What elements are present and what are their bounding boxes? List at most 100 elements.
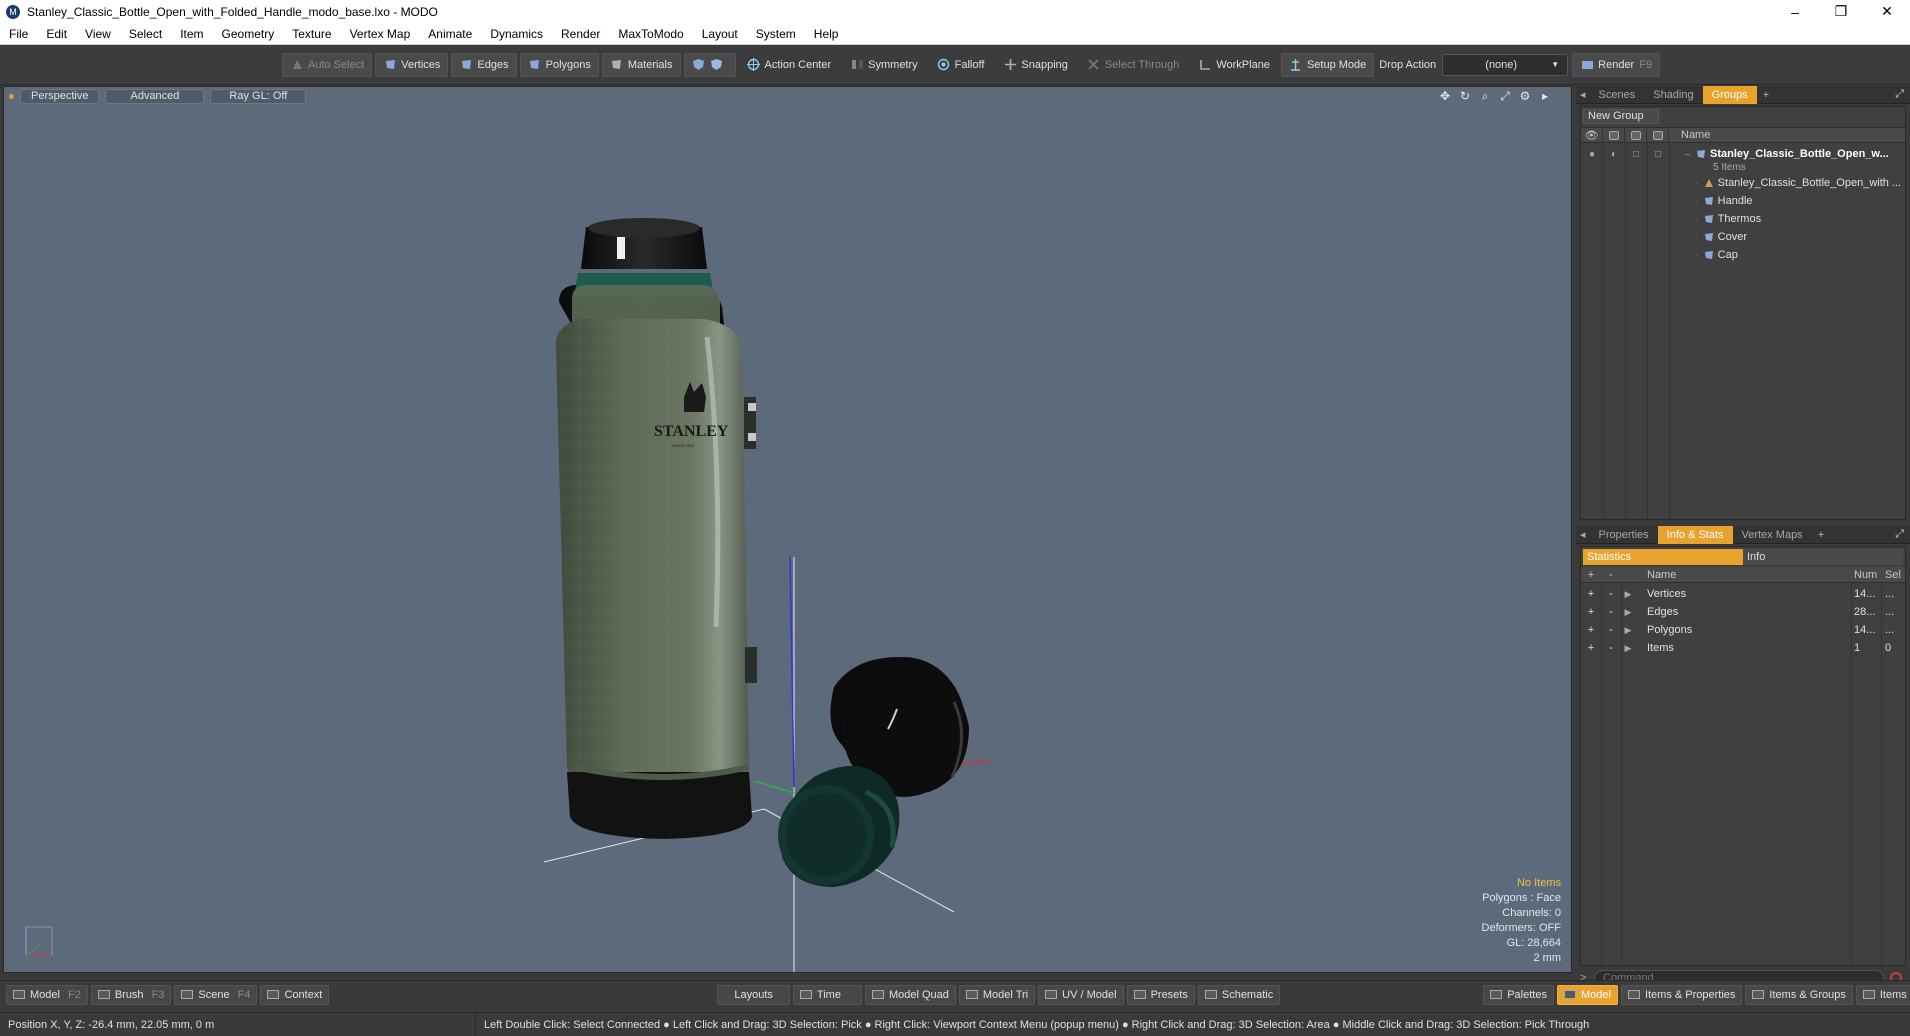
workplane-button[interactable]: WorkPlane — [1190, 53, 1278, 77]
pan-icon[interactable]: ✥ — [1435, 89, 1455, 103]
vertices-button[interactable]: Vertices — [375, 52, 449, 77]
presets-button[interactable]: Presets — [1126, 984, 1195, 1005]
menu-edit[interactable]: Edit — [37, 23, 76, 45]
select-toggle-icon[interactable]: □ — [1647, 149, 1669, 160]
minimize-button[interactable]: – — [1772, 0, 1818, 23]
materials-button[interactable]: Materials — [601, 52, 681, 77]
stats-row[interactable]: + - ▶ Items 1 0 — [1581, 639, 1905, 657]
thermos-model[interactable]: STANLEY SINCE 1913 — [555, 218, 757, 839]
model-tri-button[interactable]: Model Tri — [958, 984, 1036, 1005]
tab-shading[interactable]: Shading — [1644, 86, 1702, 104]
render-button[interactable]: Render F9 — [1572, 52, 1661, 77]
lock-toggle-icon[interactable]: □ — [1625, 149, 1647, 160]
layout-model-button[interactable]: Model F2 — [6, 984, 88, 1005]
add-tab-icon[interactable]: + — [1757, 86, 1775, 104]
group-child-row[interactable]: · Handle — [1581, 192, 1905, 210]
visibility-header-icon[interactable]: 👁 — [1581, 127, 1603, 143]
items-groups-button[interactable]: Items & Groups — [1745, 984, 1853, 1005]
layouts-button[interactable]: Layouts — [717, 984, 790, 1005]
menu-animate[interactable]: Animate — [419, 23, 481, 45]
cap-model[interactable] — [778, 766, 900, 887]
menu-select[interactable]: Select — [120, 23, 171, 45]
menu-texture[interactable]: Texture — [283, 23, 340, 45]
menu-maxtomodo[interactable]: MaxToModo — [609, 23, 692, 45]
auto-select-button[interactable]: Auto Select — [282, 52, 373, 77]
setup-mode-button[interactable]: Setup Mode — [1280, 52, 1375, 77]
panel-menu-icon[interactable]: ◂ — [1576, 86, 1590, 104]
layout-brush-button[interactable]: Brush F3 — [90, 984, 172, 1005]
subtab-statistics[interactable]: Statistics — [1583, 549, 1743, 565]
add-icon[interactable]: + — [1581, 624, 1601, 636]
tab-groups[interactable]: Groups — [1702, 85, 1757, 104]
new-group-button[interactable]: New Group — [1583, 109, 1659, 124]
menu-file[interactable]: File — [0, 23, 37, 45]
group-child-row[interactable]: · Stanley_Classic_Bottle_Open_with ... — [1581, 174, 1905, 192]
falloff-button[interactable]: Falloff — [929, 53, 993, 77]
schematic-button[interactable]: Schematic — [1197, 984, 1281, 1005]
panel-menu-icon[interactable]: ◂ — [1576, 526, 1590, 544]
layout-context-button[interactable]: Context — [260, 984, 330, 1005]
group-child-row[interactable]: · Cover — [1581, 228, 1905, 246]
expand-arrow-icon[interactable]: ▶ — [1621, 589, 1635, 600]
viewport-tab-perspective[interactable]: Perspective — [20, 88, 100, 104]
expand-panel-icon[interactable]: ⤢ — [1895, 528, 1904, 541]
gear-icon[interactable]: ⚙ — [1515, 89, 1535, 103]
select-header-icon[interactable] — [1647, 127, 1669, 143]
tab-info-stats[interactable]: Info & Stats — [1657, 525, 1733, 544]
tab-scenes[interactable]: Scenes — [1590, 86, 1645, 104]
menu-help[interactable]: Help — [805, 23, 848, 45]
polygons-button[interactable]: Polygons — [519, 52, 599, 77]
palettes-button[interactable]: Palettes — [1483, 984, 1554, 1005]
expand-arrow-icon[interactable]: ▶ — [1621, 607, 1635, 618]
time-button[interactable]: Time — [792, 984, 862, 1005]
add-icon[interactable]: + — [1581, 588, 1601, 600]
lock-header-icon[interactable] — [1625, 127, 1647, 143]
expand-panel-icon[interactable]: ⤢ — [1895, 88, 1904, 101]
item-mode-button[interactable] — [683, 52, 736, 77]
stats-row[interactable]: + - ▶ Polygons 14... ... — [1581, 621, 1905, 639]
menu-geometry[interactable]: Geometry — [213, 23, 284, 45]
group-child-row[interactable]: · Thermos — [1581, 210, 1905, 228]
menu-system[interactable]: System — [747, 23, 805, 45]
close-button[interactable]: ✕ — [1864, 0, 1910, 23]
viewport-tab-advanced[interactable]: Advanced — [105, 88, 205, 104]
add-tab-icon[interactable]: + — [1812, 526, 1830, 544]
items-properties-button[interactable]: Items & Properties — [1620, 984, 1743, 1005]
3d-viewport[interactable]: STANLEY SINCE 1913 Perspective Advanced … — [3, 86, 1572, 973]
maximize-icon[interactable]: ⤢ — [1495, 89, 1515, 103]
viewport-tab-raygl[interactable]: Ray GL: Off — [210, 88, 307, 104]
model-quad-button[interactable]: Model Quad — [864, 984, 956, 1005]
menu-vertex-map[interactable]: Vertex Map — [341, 23, 420, 45]
chevron-right-icon[interactable]: ▸ — [1535, 89, 1555, 103]
select-through-button[interactable]: Select Through — [1079, 53, 1187, 77]
tab-properties[interactable]: Properties — [1590, 526, 1658, 544]
expand-all-icon[interactable]: + — [1581, 569, 1601, 581]
visibility-icon[interactable]: ● — [1581, 149, 1603, 160]
group-child-row[interactable]: · Cap — [1581, 246, 1905, 264]
add-icon[interactable]: + — [1581, 606, 1601, 618]
stats-row[interactable]: + - ▶ Vertices 14... ... — [1581, 585, 1905, 603]
zoom-icon[interactable]: ⌕ — [1475, 89, 1495, 103]
viewport-menu-icon[interactable] — [9, 93, 14, 99]
menu-item[interactable]: Item — [171, 23, 212, 45]
drop-action-dropdown[interactable]: (none) ▼ — [1442, 53, 1569, 76]
expand-arrow-icon[interactable]: ▶ — [1621, 643, 1635, 654]
model-layout-active-button[interactable]: Model — [1556, 984, 1618, 1005]
symmetry-button[interactable]: Symmetry — [842, 53, 926, 77]
render-header-icon[interactable] — [1603, 127, 1625, 143]
expand-arrow-icon[interactable]: ▶ — [1621, 625, 1635, 636]
add-icon[interactable]: + — [1581, 642, 1601, 654]
scene-canvas[interactable]: STANLEY SINCE 1913 — [4, 87, 1572, 973]
menu-render[interactable]: Render — [552, 23, 609, 45]
render-toggle-icon[interactable]: ◐ — [1603, 149, 1625, 160]
snapping-button[interactable]: Snapping — [995, 53, 1076, 77]
collapse-all-icon[interactable]: - — [1601, 569, 1621, 581]
menu-layout[interactable]: Layout — [693, 23, 747, 45]
restore-button[interactable]: ❐ — [1818, 0, 1864, 23]
rotate-icon[interactable]: ↻ — [1455, 89, 1475, 103]
subtab-info[interactable]: Info — [1743, 549, 1903, 565]
items-shading-button[interactable]: Items & Shading — [1855, 984, 1910, 1005]
menu-view[interactable]: View — [76, 23, 120, 45]
layout-scene-button[interactable]: Scene F4 — [174, 984, 258, 1005]
stats-row[interactable]: + - ▶ Edges 28... ... — [1581, 603, 1905, 621]
